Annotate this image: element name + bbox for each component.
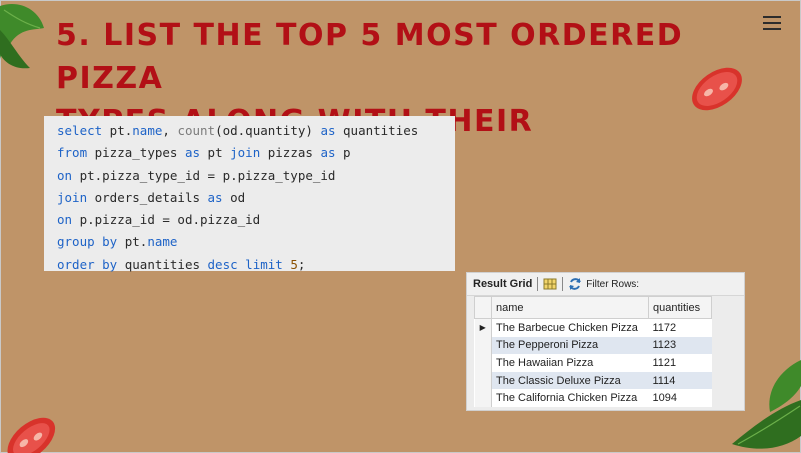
quantity-cell[interactable]: 1121 <box>649 354 712 372</box>
sql-token: join <box>57 189 88 205</box>
sql-token: p <box>335 145 351 161</box>
table-row[interactable]: ▶ The Barbecue Chicken Pizza 1172 <box>474 318 712 337</box>
sql-token: desc <box>207 256 238 272</box>
sql-line: group by pt.name <box>57 231 455 253</box>
sql-token: on <box>57 167 73 183</box>
column-header-quantities[interactable]: quantities <box>648 296 712 319</box>
sql-line: select pt.name, count(od.quantity) as qu… <box>57 120 455 142</box>
sql-line: on p.pizza_id = od.pizza_id <box>57 209 455 231</box>
sql-line: order by quantities desc limit 5; <box>57 254 455 276</box>
grid-view-icon[interactable] <box>543 278 557 290</box>
sql-token: pizzas <box>260 145 321 161</box>
sql-token: group by <box>57 234 118 250</box>
sql-token: 5 <box>290 256 298 272</box>
sql-token: pt. <box>117 234 148 250</box>
sql-token: , <box>162 123 178 138</box>
quantity-cell[interactable]: 1123 <box>648 336 712 355</box>
basil-leaf-topleft <box>0 4 44 69</box>
row-indicator <box>474 389 492 407</box>
result-grid-toolbar: Result Grid Filter Rows: <box>467 273 744 296</box>
sql-token: ; <box>297 256 306 272</box>
quantity-cell[interactable]: 1114 <box>648 371 712 390</box>
sql-token: pt.pizza_type_id = p.pizza_type_id <box>72 167 336 183</box>
sql-token: as <box>184 145 201 161</box>
row-indicator <box>474 354 492 372</box>
sql-token: od <box>222 189 246 205</box>
table-row[interactable]: The Classic Deluxe Pizza 1114 <box>474 371 712 390</box>
title-line-1: 5. List the top 5 most ordered pizza <box>56 18 684 96</box>
sql-line: from pizza_types as pt join pizzas as p <box>57 142 455 164</box>
table-row[interactable]: The Pepperoni Pizza 1123 <box>474 336 712 355</box>
sql-token: count <box>177 123 216 138</box>
refresh-icon[interactable] <box>568 277 582 291</box>
result-grid-tab[interactable]: Result Grid <box>473 278 532 290</box>
sql-token: p.pizza_id = od.pizza_id <box>72 212 261 228</box>
filter-rows-label[interactable]: Filter Rows: <box>586 279 639 290</box>
sql-token: as <box>320 123 336 138</box>
sql-token: pt. <box>102 123 133 138</box>
sql-token: quantities <box>117 256 208 272</box>
table-row[interactable]: The Hawaiian Pizza 1121 <box>474 354 712 372</box>
sql-token: on <box>57 212 73 228</box>
sql-token: as <box>320 145 336 161</box>
result-grid-panel: Result Grid Filter Rows: name quantities ▶… <box>466 272 745 411</box>
pizza-name-cell[interactable]: The Pepperoni Pizza <box>491 336 649 355</box>
sql-token: as <box>207 189 223 205</box>
hamburger-menu-icon[interactable] <box>763 16 781 32</box>
column-header-name[interactable]: name <box>491 296 649 319</box>
sql-token: order by <box>57 256 118 272</box>
sql-token: limit <box>245 256 283 272</box>
sql-token: from <box>57 145 88 161</box>
sql-token: pizza_types <box>87 145 185 161</box>
result-table: name quantities ▶ The Barbecue Chicken Pizz… <box>474 296 712 407</box>
sql-token: select <box>57 123 103 138</box>
table-header-row: name quantities <box>474 296 712 319</box>
toolbar-divider <box>537 277 539 291</box>
row-indicator-header <box>474 296 492 319</box>
pizza-name-cell[interactable]: The Hawaiian Pizza <box>492 354 649 372</box>
quantity-cell[interactable]: 1172 <box>649 319 712 337</box>
sql-line: join orders_details as od <box>57 187 455 209</box>
row-indicator <box>474 336 492 355</box>
table-row[interactable]: The California Chicken Pizza 1094 <box>474 389 712 407</box>
sql-token: pt <box>200 145 231 161</box>
tomato-slice-bottom <box>7 417 56 453</box>
pizza-name-cell[interactable]: The Barbecue Chicken Pizza <box>492 319 649 337</box>
sql-query-panel: select pt.name, count(od.quantity) as qu… <box>44 116 455 272</box>
sql-token: (od.quantity) <box>215 123 321 138</box>
pizza-name-cell[interactable]: The Classic Deluxe Pizza <box>491 371 649 390</box>
sql-token: join <box>230 145 261 161</box>
toolbar-divider <box>562 277 564 291</box>
sql-token: orders_details <box>87 189 208 205</box>
sql-line: on pt.pizza_type_id = p.pizza_type_id <box>57 165 455 187</box>
quantity-cell[interactable]: 1094 <box>649 389 712 407</box>
sql-token: name <box>132 123 163 138</box>
current-row-arrow-icon: ▶ <box>474 318 492 337</box>
sql-token: name <box>147 234 178 250</box>
sql-token: quantities <box>335 123 419 138</box>
pizza-name-cell[interactable]: The California Chicken Pizza <box>492 389 649 407</box>
row-indicator <box>474 371 492 390</box>
